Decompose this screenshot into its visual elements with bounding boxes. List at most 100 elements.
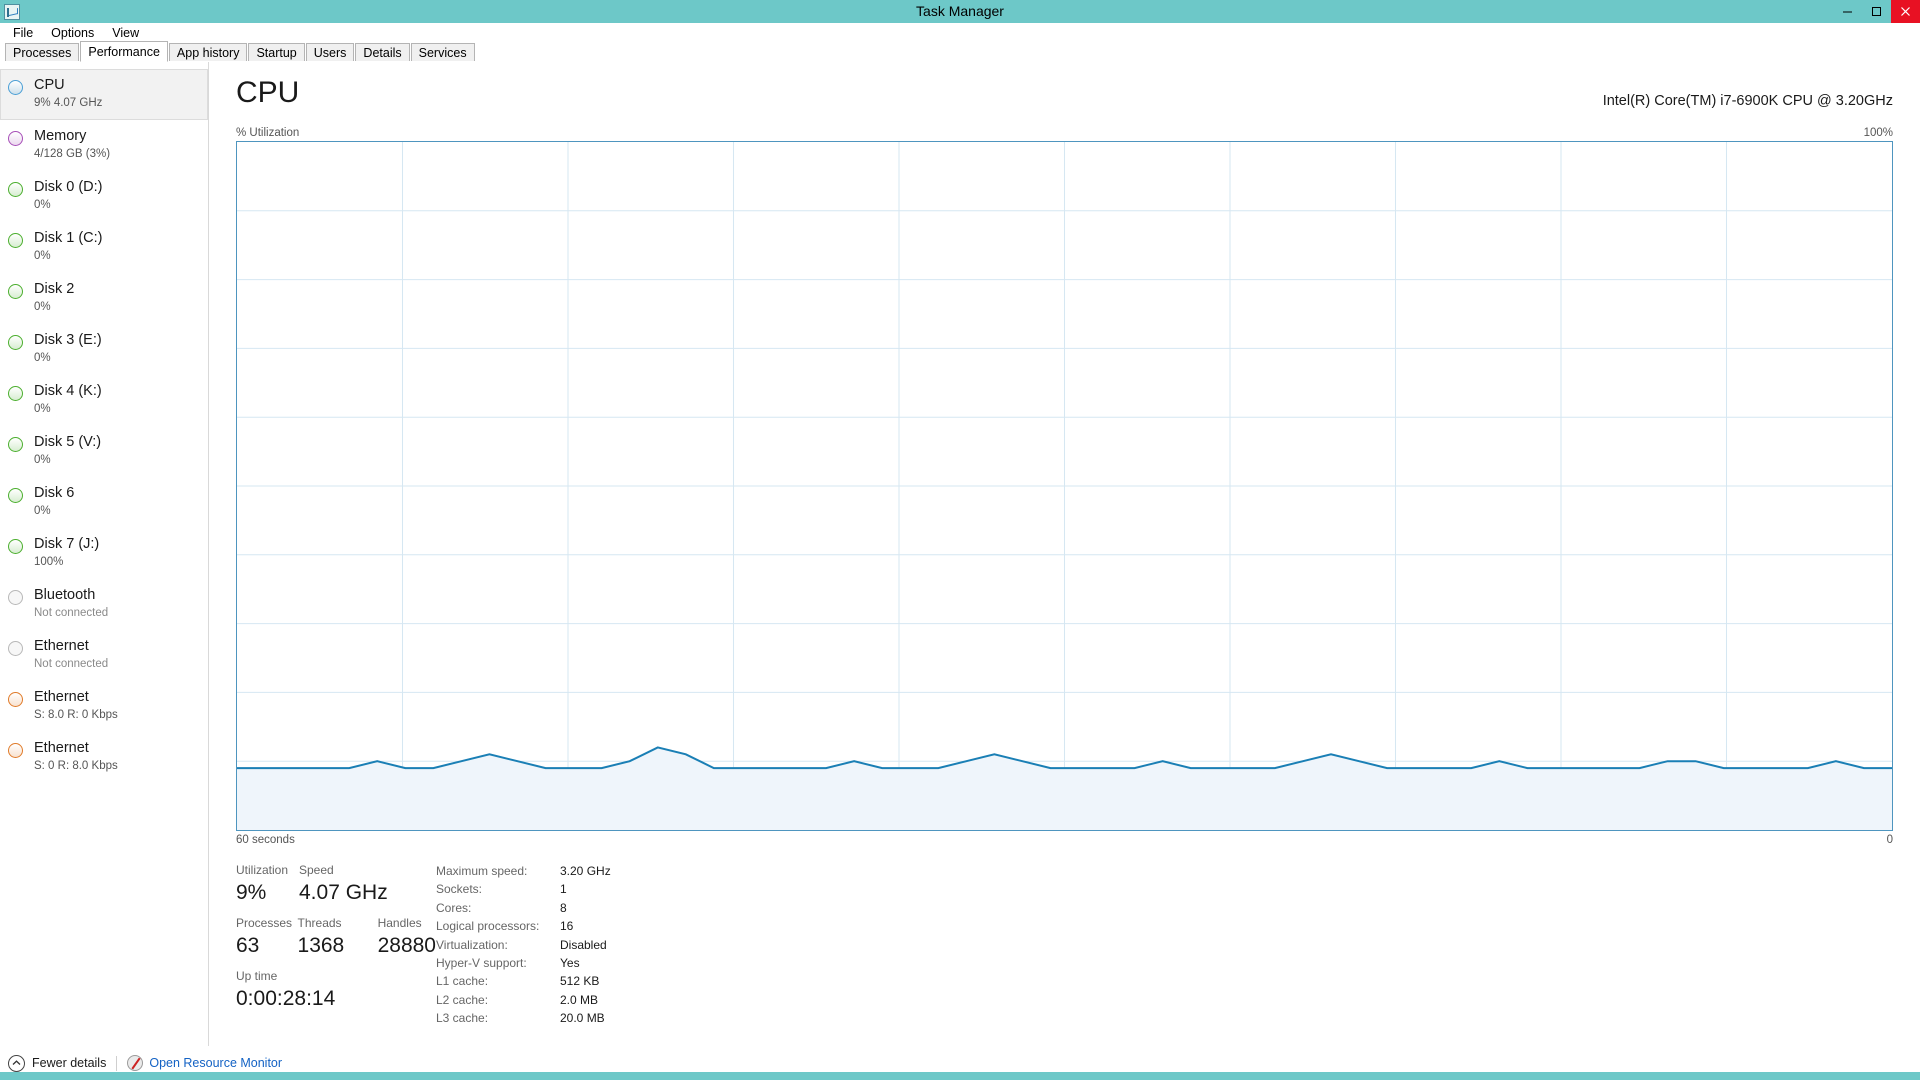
- sysinfo-value: 8: [560, 900, 567, 915]
- sidebar-item-disk-5-v[interactable]: Disk 5 (V:) 0%: [0, 426, 208, 477]
- sidebar-item-disk-3-e[interactable]: Disk 3 (E:) 0%: [0, 324, 208, 375]
- sidebar-item-sublabel: 9% 4.07 GHz: [34, 97, 103, 109]
- sysinfo-value: Disabled: [560, 937, 607, 952]
- sidebar-item-text: Ethernet S: 8.0 R: 0 Kbps: [34, 688, 118, 723]
- resource-indicator-icon: [8, 182, 23, 197]
- resource-indicator-icon: [8, 590, 23, 605]
- tab-details[interactable]: Details: [355, 43, 410, 62]
- title-bar: Task Manager: [0, 0, 1920, 23]
- sysinfo-key: L1 cache:: [436, 974, 489, 989]
- sysinfo-row: Cores: 8: [436, 899, 611, 917]
- window-title: Task Manager: [916, 3, 1004, 19]
- graph-top-labels: % Utilization 100%: [209, 119, 1920, 141]
- graph-bottom-labels: 60 seconds 0: [209, 831, 1920, 846]
- tab-services[interactable]: Services: [410, 43, 475, 62]
- threads-value: 1368: [297, 934, 345, 957]
- sidebar-item-sublabel: 0%: [34, 199, 51, 211]
- sysinfo-value: 20.0 MB: [560, 1011, 605, 1026]
- sidebar-item-disk-7-j[interactable]: Disk 7 (J:) 100%: [0, 528, 208, 579]
- resource-monitor-icon: [127, 1055, 144, 1071]
- sysinfo-value: 16: [560, 919, 574, 934]
- tab-processes[interactable]: Processes: [5, 43, 80, 62]
- speed-label: Speed: [299, 863, 334, 877]
- sidebar-item-label: Disk 3 (E:): [34, 332, 102, 348]
- open-resource-monitor-label: Open Resource Monitor: [149, 1056, 283, 1070]
- sysinfo-key: Logical processors:: [436, 919, 540, 934]
- tab-app-history[interactable]: App history: [168, 43, 248, 62]
- sidebar-item-disk-6[interactable]: Disk 6 0%: [0, 477, 208, 528]
- sysinfo-row: L3 cache: 20.0 MB: [436, 1009, 611, 1027]
- sidebar-item-disk-0-d[interactable]: Disk 0 (D:) 0%: [0, 171, 208, 222]
- resource-indicator-icon: [8, 437, 23, 452]
- menu-view[interactable]: View: [103, 25, 148, 41]
- sysinfo-key: Cores:: [436, 900, 472, 915]
- sidebar-item-disk-2[interactable]: Disk 2 0%: [0, 273, 208, 324]
- fewer-details-button[interactable]: Fewer details: [8, 1054, 107, 1072]
- sidebar-item-ethernet[interactable]: Ethernet S: 0 R: 8.0 Kbps: [0, 732, 208, 783]
- sidebar-item-label: Ethernet: [34, 638, 89, 654]
- sysinfo-row: Virtualization: Disabled: [436, 936, 611, 954]
- sidebar-item-text: Disk 6 0%: [34, 484, 74, 519]
- cpu-model-label: Intel(R) Core(TM) i7-6900K CPU @ 3.20GHz: [1602, 93, 1893, 109]
- fewer-details-label: Fewer details: [32, 1056, 107, 1070]
- sidebar-item-text: Disk 2 0%: [34, 280, 74, 315]
- sysinfo-row: L1 cache: 512 KB: [436, 972, 611, 990]
- sidebar-item-sublabel: 0%: [34, 505, 51, 517]
- threads-stat: Threads 1368: [298, 915, 378, 960]
- sidebar-item-disk-1-c[interactable]: Disk 1 (C:) 0%: [0, 222, 208, 273]
- threads-label: Threads: [297, 916, 342, 930]
- resource-indicator-icon: [8, 386, 23, 401]
- resource-indicator-icon: [8, 284, 23, 299]
- cpu-system-info: Maximum speed: 3.20 GHz Sockets: 1 Cores: 8 Lo…: [436, 862, 611, 1028]
- sidebar-item-sublabel: 0%: [34, 301, 51, 313]
- sidebar-item-memory[interactable]: Memory 4/128 GB (3%): [0, 120, 208, 171]
- utilization-stat: Utilization 9%: [236, 862, 299, 907]
- resource-indicator-icon: [8, 80, 23, 95]
- sidebar-item-ethernet[interactable]: Ethernet S: 8.0 R: 0 Kbps: [0, 681, 208, 732]
- sidebar-item-label: Disk 5 (V:): [34, 434, 102, 450]
- sysinfo-value: 3.20 GHz: [560, 864, 611, 878]
- sidebar-item-bluetooth[interactable]: Bluetooth Not connected: [0, 579, 208, 630]
- sysinfo-key: Sockets:: [436, 882, 483, 897]
- resource-indicator-icon: [8, 743, 23, 758]
- sidebar-item-sublabel: S: 0 R: 8.0 Kbps: [34, 760, 118, 772]
- utilization-value: 9%: [236, 881, 267, 904]
- sysinfo-value: 2.0 MB: [560, 992, 599, 1007]
- sysinfo-row: L2 cache: 2.0 MB: [436, 991, 611, 1009]
- task-manager-window: Task Manager File Options View Processes…: [0, 0, 1920, 1080]
- graph-y-max-label: 100%: [1863, 127, 1893, 139]
- sidebar-item-sublabel: 0%: [34, 352, 51, 364]
- sysinfo-key: Maximum speed:: [436, 864, 528, 878]
- cpu-stats-left: Utilization 9% Speed 4.07 GHz Processes …: [236, 862, 436, 1028]
- uptime-label: Up time: [236, 969, 278, 983]
- graph-x-zero-label: 0: [1886, 834, 1893, 846]
- cpu-utilization-graph[interactable]: [236, 141, 1893, 831]
- sidebar-item-sublabel: 0%: [34, 403, 51, 415]
- processes-label: Processes: [236, 916, 293, 930]
- sidebar-item-sublabel: Not connected: [34, 607, 109, 619]
- tab-performance[interactable]: Performance: [80, 41, 168, 62]
- content-header: CPU Intel(R) Core(TM) i7-6900K CPU @ 3.2…: [209, 62, 1920, 119]
- sysinfo-value: Yes: [560, 956, 580, 971]
- uptime-stat: Up time 0:00:28:14: [236, 968, 436, 1013]
- sidebar-item-text: Disk 1 (C:) 0%: [34, 229, 102, 264]
- resource-indicator-icon: [8, 641, 23, 656]
- sidebar-item-sublabel: 0%: [34, 454, 51, 466]
- menu-file[interactable]: File: [4, 25, 42, 41]
- speed-stat: Speed 4.07 GHz: [299, 862, 388, 907]
- sidebar-item-ethernet[interactable]: Ethernet Not connected: [0, 630, 208, 681]
- sidebar-item-disk-4-k[interactable]: Disk 4 (K:) 0%: [0, 375, 208, 426]
- sidebar-item-label: Disk 6: [34, 485, 75, 501]
- sidebar-item-text: Disk 3 (E:) 0%: [34, 331, 102, 366]
- sidebar-item-text: Memory 4/128 GB (3%): [34, 127, 110, 162]
- menu-options[interactable]: Options: [42, 25, 103, 41]
- tab-startup[interactable]: Startup: [248, 43, 305, 62]
- tab-users[interactable]: Users: [305, 43, 355, 62]
- sidebar-item-cpu[interactable]: CPU 9% 4.07 GHz: [0, 69, 208, 120]
- open-resource-monitor-link[interactable]: Open Resource Monitor: [127, 1055, 282, 1071]
- graph-x-axis-label: 60 seconds: [236, 834, 295, 846]
- sidebar-item-sublabel: S: 8.0 R: 0 Kbps: [34, 709, 118, 721]
- bottom-accent-bar: [0, 1072, 1920, 1080]
- resource-indicator-icon: [8, 692, 23, 707]
- sidebar-item-label: Disk 7 (J:): [34, 536, 100, 552]
